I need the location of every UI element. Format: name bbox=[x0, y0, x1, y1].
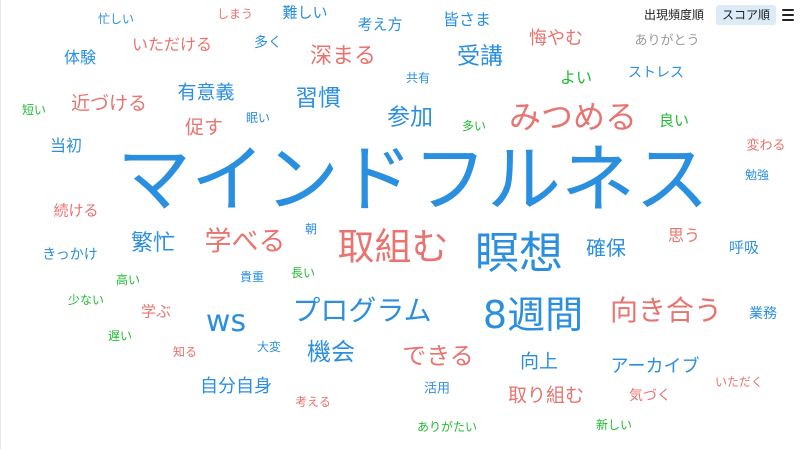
word[interactable]: 悔やむ bbox=[529, 30, 583, 48]
word[interactable]: ありがとう bbox=[634, 35, 699, 48]
word[interactable]: 学ぶ bbox=[141, 304, 171, 320]
word[interactable]: 受講 bbox=[457, 45, 503, 69]
word[interactable]: 参加 bbox=[387, 106, 433, 130]
word[interactable]: 呼吸 bbox=[729, 240, 759, 256]
word[interactable]: 学べる bbox=[205, 229, 286, 256]
word[interactable]: ストレス bbox=[628, 66, 684, 80]
word[interactable]: 眠い bbox=[246, 112, 270, 124]
word[interactable]: 少ない bbox=[68, 294, 104, 306]
word[interactable]: 機会 bbox=[307, 340, 355, 364]
word[interactable]: 皆さま bbox=[443, 12, 491, 28]
word[interactable]: ありがたい bbox=[417, 421, 477, 433]
word-cloud: マインドフルネス 瞑想 取組む 8週間 みつめる ws プログラム 向き合う 学… bbox=[0, 0, 800, 449]
word[interactable]: みつめる bbox=[509, 101, 637, 133]
word[interactable]: 繁忙 bbox=[131, 233, 175, 255]
word[interactable]: よい bbox=[560, 70, 592, 86]
word[interactable]: アーカイブ bbox=[611, 358, 700, 376]
word[interactable]: きっかけ bbox=[42, 248, 97, 262]
word[interactable]: 勉強 bbox=[745, 169, 769, 181]
word[interactable]: 高い bbox=[116, 274, 140, 286]
word[interactable]: 業務 bbox=[749, 307, 777, 321]
word[interactable]: 考える bbox=[295, 396, 331, 408]
word[interactable]: 多い bbox=[462, 120, 486, 132]
word[interactable]: 思う bbox=[668, 228, 700, 244]
word[interactable]: 新しい bbox=[596, 419, 632, 431]
word[interactable]: マインドフルネス bbox=[117, 143, 709, 217]
word[interactable]: 遅い bbox=[108, 330, 132, 342]
word[interactable]: 習慣 bbox=[295, 87, 341, 111]
word[interactable]: 長い bbox=[291, 267, 315, 279]
word[interactable]: 朝 bbox=[305, 223, 317, 235]
word[interactable]: できる bbox=[402, 344, 474, 368]
word[interactable]: 自分自身 bbox=[200, 378, 272, 396]
word[interactable]: 共有 bbox=[406, 72, 430, 84]
word[interactable]: 活用 bbox=[424, 383, 450, 396]
word[interactable]: いただける bbox=[132, 37, 212, 53]
word[interactable]: 忙しい bbox=[98, 13, 134, 25]
word[interactable]: 体験 bbox=[64, 50, 96, 66]
word[interactable]: 短い bbox=[22, 104, 46, 116]
word[interactable]: 良い bbox=[659, 113, 689, 129]
word[interactable]: 瞑想 bbox=[475, 232, 563, 276]
word[interactable]: 変わる bbox=[746, 140, 785, 153]
word[interactable]: 向上 bbox=[520, 352, 558, 372]
word[interactable]: 8週間 bbox=[483, 296, 583, 334]
word[interactable]: 知る bbox=[173, 346, 197, 358]
word[interactable]: 取組む bbox=[338, 229, 449, 266]
word[interactable]: 考え方 bbox=[357, 17, 402, 33]
word[interactable]: 深まる bbox=[310, 46, 376, 68]
word[interactable]: プログラム bbox=[292, 297, 431, 325]
word[interactable]: 近づける bbox=[71, 94, 147, 114]
word[interactable]: 続ける bbox=[53, 203, 98, 219]
word[interactable]: 確保 bbox=[586, 238, 626, 258]
word[interactable]: 取り組む bbox=[508, 386, 584, 406]
word[interactable]: 当初 bbox=[50, 138, 82, 154]
word[interactable]: 多く bbox=[254, 36, 282, 50]
word[interactable]: しまう bbox=[217, 8, 253, 20]
word[interactable]: 貴重 bbox=[240, 271, 264, 283]
word[interactable]: ws bbox=[206, 307, 246, 337]
word[interactable]: 向き合う bbox=[610, 297, 722, 325]
word[interactable]: 促す bbox=[185, 118, 223, 138]
word[interactable]: 難しい bbox=[282, 5, 327, 21]
word[interactable]: 大変 bbox=[257, 341, 281, 353]
word[interactable]: いただく bbox=[715, 376, 763, 388]
word[interactable]: 気づく bbox=[629, 389, 671, 403]
word[interactable]: 有意義 bbox=[177, 83, 234, 103]
